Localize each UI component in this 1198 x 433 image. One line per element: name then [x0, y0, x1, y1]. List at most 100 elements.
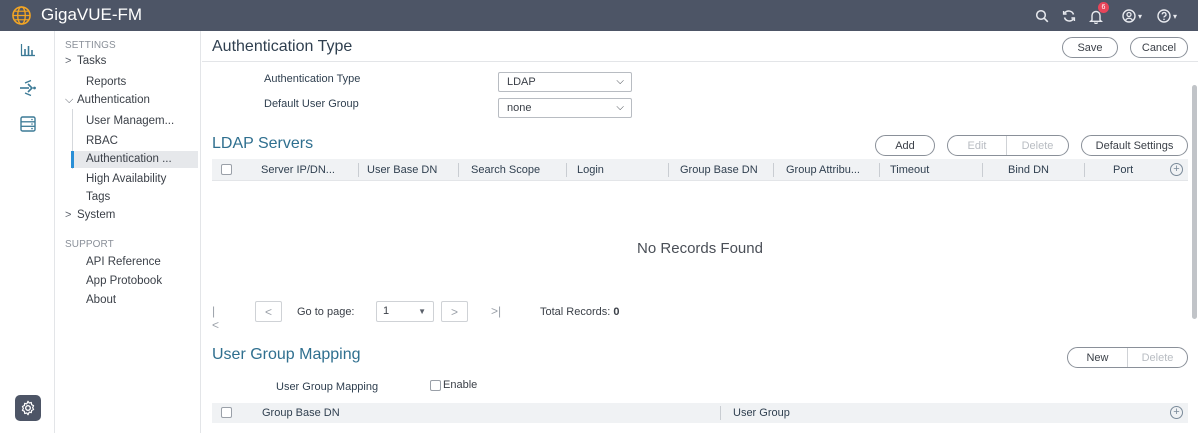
ldap-grid-header: Server IP/DN... User Base DN Search Scop… — [212, 159, 1188, 181]
refresh-icon[interactable] — [1062, 7, 1076, 25]
column-header[interactable]: Group Base DN — [262, 403, 340, 423]
column-header[interactable]: User Base DN — [367, 159, 437, 181]
nav-item-tasks[interactable]: > Tasks — [65, 55, 106, 67]
add-column-icon[interactable]: + — [1170, 406, 1183, 419]
nav-item-app-protobook[interactable]: App Protobook — [86, 275, 162, 287]
chevron-down-icon: ▾ — [1138, 11, 1143, 21]
ugm-select-all-checkbox[interactable] — [221, 407, 232, 418]
nav-item-about[interactable]: About — [86, 294, 116, 306]
default-settings-button[interactable]: Default Settings — [1081, 135, 1188, 156]
column-divider[interactable] — [1084, 163, 1085, 177]
column-header[interactable]: Group Attribu... — [786, 159, 860, 181]
nav-section-support: SUPPORT — [65, 239, 114, 250]
first-page-button[interactable]: |< — [212, 304, 219, 332]
settings-nav: SETTINGS > Tasks Reports ⌵ Authentication … — [56, 31, 201, 433]
total-records: Total Records: 0 — [540, 306, 620, 318]
nav-item-authentication-type[interactable]: Authentication ... — [86, 153, 172, 165]
previous-page-button[interactable]: < — [255, 301, 282, 322]
column-divider[interactable] — [566, 163, 567, 177]
column-header[interactable]: Port — [1113, 159, 1133, 181]
nav-item-tags[interactable]: Tags — [86, 191, 110, 203]
notification-badge: 6 — [1098, 2, 1109, 13]
empty-state-text: No Records Found — [637, 240, 763, 257]
nav-item-high-availability[interactable]: High Availability — [86, 173, 166, 185]
add-button[interactable]: Add — [875, 135, 935, 156]
inventory-server-icon[interactable] — [19, 115, 37, 133]
settings-button[interactable] — [15, 395, 41, 421]
search-icon[interactable] — [1035, 7, 1049, 25]
chevron-down-icon: ▾ — [1173, 11, 1178, 21]
page-title: Authentication Type — [212, 38, 353, 55]
save-button[interactable]: Save — [1062, 37, 1118, 58]
column-header[interactable]: Server IP/DN... — [261, 159, 335, 181]
select-all-checkbox[interactable] — [221, 164, 232, 175]
user-group-mapping-label: User Group Mapping — [276, 381, 379, 393]
chevron-down-icon: ⌵ — [616, 102, 624, 113]
column-header[interactable]: User Group — [733, 403, 790, 423]
app-name: GigaVUE-FM — [41, 5, 143, 24]
dashboard-chart-icon[interactable] — [19, 40, 37, 58]
nav-item-reports[interactable]: Reports — [86, 76, 126, 88]
new-delete-group: New Delete — [1067, 347, 1188, 368]
ldap-servers-title: LDAP Servers — [212, 135, 314, 152]
chevron-right-icon: > — [65, 209, 72, 221]
page-select[interactable]: 1 ▼ — [376, 301, 434, 322]
ugm-delete-button[interactable]: Delete — [1127, 348, 1187, 367]
column-divider[interactable] — [982, 163, 983, 177]
nav-item-user-management[interactable]: User Managem... — [86, 115, 174, 127]
column-divider[interactable] — [458, 163, 459, 177]
main-content: Authentication Type Save Cancel Authenti… — [202, 31, 1198, 433]
help-menu[interactable]: ▾ — [1157, 7, 1177, 25]
nav-item-authentication[interactable]: ⌵ Authentication — [65, 94, 150, 107]
nav-item-system[interactable]: > System — [65, 209, 115, 221]
user-group-mapping-title: User Group Mapping — [212, 346, 361, 363]
chevron-down-icon: ⌵ — [65, 94, 74, 106]
bell-icon[interactable]: 6 — [1089, 2, 1109, 25]
icon-rail — [0, 31, 55, 433]
next-page-button[interactable]: > — [441, 301, 468, 322]
auth-type-select[interactable]: LDAP ⌵ — [498, 72, 632, 92]
column-header[interactable]: Login — [577, 159, 604, 181]
auth-type-label: Authentication Type — [264, 73, 361, 85]
chevron-right-icon: > — [65, 55, 72, 67]
nav-item-rbac[interactable]: RBAC — [86, 135, 118, 147]
column-header[interactable]: Timeout — [890, 159, 929, 181]
column-divider[interactable] — [720, 406, 721, 420]
chevron-down-icon: ⌵ — [616, 76, 624, 87]
nav-section-settings: SETTINGS — [65, 40, 116, 51]
edit-delete-group: Edit Delete — [947, 135, 1069, 156]
default-user-group-select[interactable]: none ⌵ — [498, 98, 632, 118]
total-records-label: Total Records: — [540, 306, 611, 318]
caret-down-icon: ▼ — [418, 307, 426, 316]
user-icon — [1122, 9, 1136, 23]
cancel-button[interactable]: Cancel — [1130, 37, 1188, 58]
default-user-group-label: Default User Group — [264, 98, 359, 110]
column-divider[interactable] — [358, 163, 359, 177]
enable-checkbox[interactable] — [430, 379, 441, 391]
header-divider — [202, 61, 1198, 62]
enable-toggle[interactable]: Enable — [430, 379, 477, 391]
user-menu[interactable]: ▾ — [1122, 7, 1142, 25]
edit-button[interactable]: Edit — [948, 136, 1006, 155]
total-records-value: 0 — [613, 306, 620, 318]
ugm-grid-header: Group Base DN User Group + — [212, 403, 1188, 423]
column-divider[interactable] — [773, 163, 774, 177]
nav-item-api-reference[interactable]: API Reference — [86, 256, 161, 268]
add-column-icon[interactable]: + — [1170, 163, 1183, 176]
help-icon — [1157, 9, 1171, 23]
last-page-button[interactable]: >| — [491, 304, 501, 318]
column-divider[interactable] — [668, 163, 669, 177]
column-divider[interactable] — [879, 163, 880, 177]
globe-logo-icon — [12, 6, 31, 25]
new-button[interactable]: New — [1068, 348, 1127, 367]
gear-icon — [21, 400, 35, 416]
enable-label: Enable — [443, 379, 478, 391]
traffic-flow-icon[interactable] — [19, 79, 37, 97]
top-bar: GigaVUE-FM 6 ▾ ▾ — [0, 0, 1198, 31]
column-header[interactable]: Group Base DN — [680, 159, 758, 181]
column-header[interactable]: Search Scope — [471, 159, 540, 181]
goto-page-label: Go to page: — [297, 306, 355, 318]
column-header[interactable]: Bind DN — [1008, 159, 1049, 181]
scrollbar-thumb[interactable] — [1192, 85, 1197, 319]
delete-button[interactable]: Delete — [1006, 136, 1068, 155]
